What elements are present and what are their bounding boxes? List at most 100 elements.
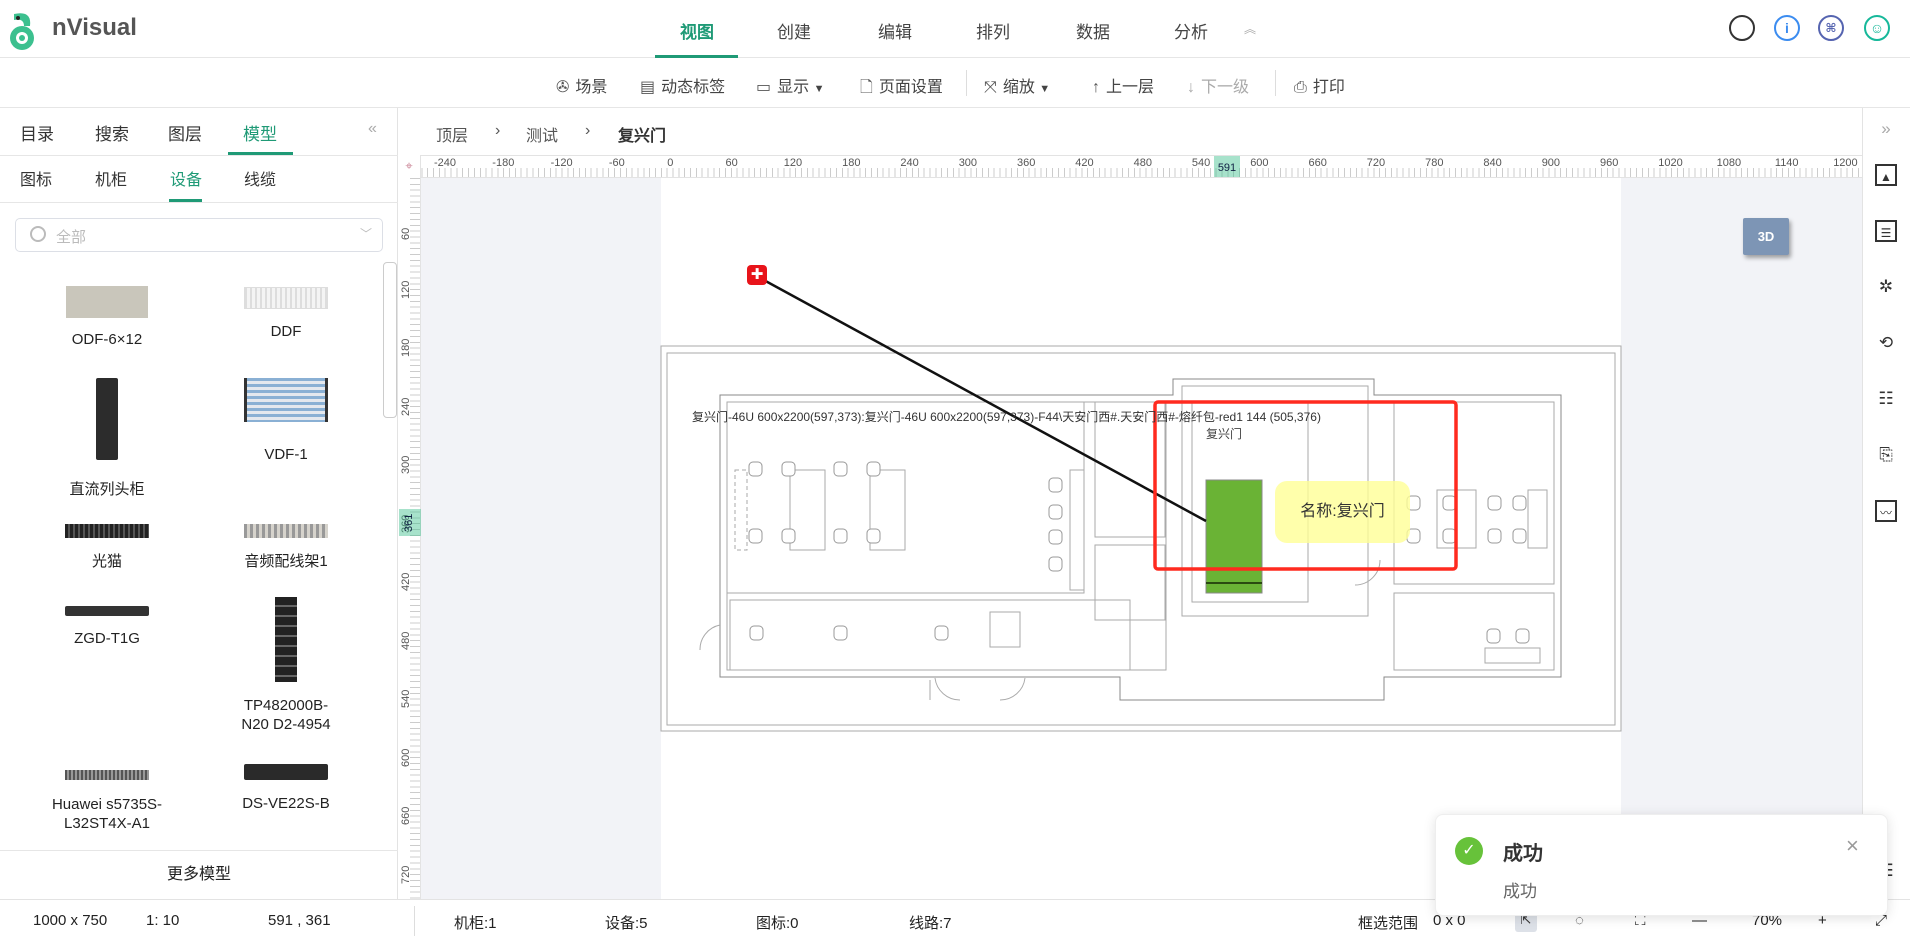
tab-arrange[interactable]: 排列 [976,18,1010,43]
toast-title: 成功 [1503,843,1543,865]
h-ruler-label: 240 [900,157,919,169]
printer-icon: ⎙ [1294,79,1307,96]
tp482000b-thumbnail[interactable] [275,597,297,682]
scrollbar[interactable] [383,262,397,418]
right-sidebar: » ▲ ☰ ✲ ⟲ ☷ ⎘ 〰 ☰ [1862,108,1910,899]
down-level-button[interactable]: ↓ 下一级 [1187,73,1249,97]
optical-modem-thumbnail[interactable] [65,524,149,538]
toolbar-divider [966,70,967,96]
link-count: 线路:7 [909,915,952,932]
toolbar-divider [1275,70,1276,96]
scene-button[interactable]: ✇ 场景 [556,73,607,97]
model-item-label[interactable]: 光猫 [22,552,192,571]
topology-icon[interactable]: ✲ [1875,276,1897,298]
h-ruler-label: 540 [1191,157,1211,169]
ddf-thumbnail[interactable] [244,287,328,309]
subtab-devices[interactable]: 设备 [170,166,202,190]
model-item-label[interactable]: ZGD-T1G [22,629,192,648]
subtab-cables[interactable]: 线缆 [244,166,276,190]
view-3d-button[interactable]: 3D [1743,218,1789,255]
splice-closure-node-icon[interactable]: ✚ [747,265,767,285]
h-ruler-label: -120 [550,157,573,169]
search-placeholder: 全部 [56,229,87,246]
ruler-origin-icon[interactable]: ⌖ [398,155,421,178]
h-ruler-label: 1020 [1658,157,1683,169]
model-item-label[interactable]: DDF [201,322,371,341]
model-item-label[interactable]: VDF-1 [201,445,371,464]
h-ruler-label: 600 [1250,157,1269,169]
vdf-thumbnail[interactable] [244,378,328,422]
caret-down-icon: ▼ [813,83,825,95]
port-list-icon[interactable]: ☷ [1875,388,1897,410]
model-item-label[interactable]: DS-VE22S-B [201,794,371,813]
model-item-label[interactable]: 音频配线架1 [201,552,371,571]
user-avatar-icon[interactable]: ☺ [1864,15,1890,41]
subtab-icons[interactable]: 图标 [20,166,52,190]
drawing-page[interactable] [661,178,1621,899]
apps-icon[interactable]: ⌘ [1818,15,1844,41]
page-size: 1000 x 750 [33,912,108,929]
tab-view[interactable]: 视图 [680,18,714,43]
model-item-label[interactable]: Huawei s5735S-L32ST4X-A1 [47,795,167,833]
model-item-label[interactable]: TP482000B-N20 D2-4954 [231,696,341,734]
zoom-dropdown[interactable]: ⤧ 缩放 ▼ [984,73,1050,97]
expand-right-icon[interactable]: » [1875,118,1897,140]
model-item-label[interactable]: 直流列头柜 [22,480,192,499]
huawei-switch-thumbnail[interactable] [65,770,149,780]
inbox-icon[interactable]: ⎘ [1875,444,1897,466]
ruler-cursor-y: 361 [403,513,415,532]
display-label: 显示 [777,79,810,96]
more-models-button[interactable]: 更多模型 [0,850,398,899]
dynamic-label-button[interactable]: ▤ 动态标签 [640,73,725,97]
search-icon[interactable] [1729,15,1755,41]
tab-analysis[interactable]: 分析 [1174,18,1208,43]
link-label[interactable]: 复兴门-46U 600x2200(597,373):复兴门-46U 600x22… [692,408,1321,425]
breadcrumb-current: 复兴门 [618,128,667,145]
divider [0,155,398,156]
audio-patch-thumbnail[interactable] [244,524,328,538]
tab-search[interactable]: 搜索 [95,120,129,145]
list-icon[interactable]: ☰ [1875,220,1897,242]
v-ruler-label: 720 [400,865,412,884]
page-setup-label: 页面设置 [878,79,943,96]
h-ruler-label: 840 [1483,157,1502,169]
breadcrumb-top[interactable]: 顶层 [436,122,468,146]
tab-data[interactable]: 数据 [1076,18,1110,43]
breadcrumb-separator: › [585,122,591,139]
tab-catalog[interactable]: 目录 [20,120,54,145]
h-ruler-label: 960 [1600,157,1619,169]
dc-cabinet-thumbnail[interactable] [96,378,118,460]
close-icon[interactable]: × [1846,833,1859,859]
h-ruler-label: 720 [1366,157,1386,169]
image-icon[interactable]: ▲ [1875,164,1897,186]
v-ruler-label: 600 [400,748,412,767]
tab-layers[interactable]: 图层 [168,120,202,145]
app-header: nVisual 视图 创建 编辑 排列 数据 分析 ︽ i ⌘ ☺ [0,0,1910,58]
route-icon[interactable]: ⟲ [1875,332,1897,354]
info-icon[interactable]: i [1774,15,1800,41]
display-dropdown[interactable]: ▭ 显示 ▼ [756,73,824,97]
page-setup-button[interactable]: 🗋 页面设置 [860,73,943,103]
print-button[interactable]: ⎙ 打印 [1294,73,1345,97]
tab-create[interactable]: 创建 [777,18,811,43]
tab-edit[interactable]: 编辑 [878,18,912,43]
model-item-label[interactable]: ODF-6×12 [22,330,192,349]
up-level-button[interactable]: ↑ 上一层 [1092,73,1154,97]
v-ruler-label: 420 [400,572,412,591]
model-panel: 目录 搜索 图层 模型 « 图标 机柜 设备 线缆 全部 ﹀ ODF-6×12 … [0,108,398,899]
ds-ve22s-thumbnail[interactable] [244,764,328,780]
collapse-chevron-icon[interactable]: ︽ [1244,20,1256,37]
monitor-icon[interactable]: 〰 [1875,500,1897,522]
collapse-left-icon[interactable]: « [368,120,377,138]
odf-thumbnail[interactable] [66,286,148,318]
breadcrumb-separator: › [495,122,501,139]
breadcrumb-test[interactable]: 测试 [526,122,558,146]
h-ruler-label: 0 [667,157,674,169]
subtab-cabinets[interactable]: 机柜 [95,166,127,190]
model-search-select[interactable]: 全部 ﹀ [15,218,383,252]
v-ruler-label: 120 [400,280,412,299]
nvisual-logo-icon [10,13,34,50]
tab-models[interactable]: 模型 [243,120,277,145]
arrow-down-icon: ↓ [1187,79,1195,96]
zgd-thumbnail[interactable] [65,606,149,616]
